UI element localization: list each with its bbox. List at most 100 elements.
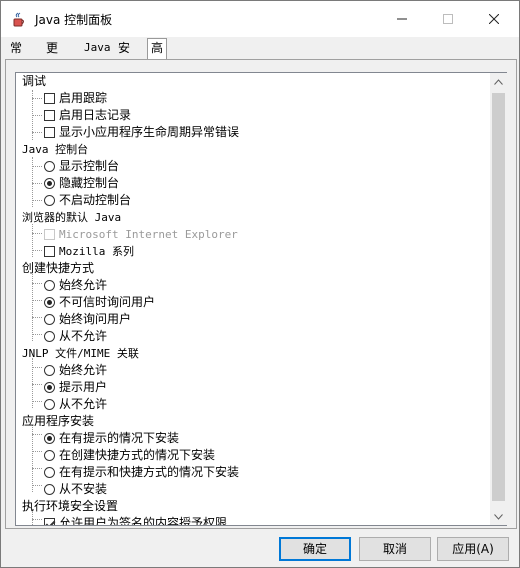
- apply-button[interactable]: 应用(A): [437, 537, 509, 561]
- tree-line: [32, 401, 42, 402]
- radio-button[interactable]: [44, 161, 55, 172]
- tab-security[interactable]: 安全: [115, 39, 133, 73]
- tree-line: [32, 115, 42, 116]
- option-label: 从不允许: [59, 397, 108, 411]
- advanced-panel: 调试 启用跟踪 启用日志记录 显示小应用程序生命周期异常错误 Java 控制台 …: [5, 59, 517, 529]
- option-jnlp-always-allow[interactable]: 始终允许: [44, 362, 107, 379]
- tree-line: [32, 367, 42, 368]
- option-label: Microsoft Internet Explorer: [59, 228, 238, 241]
- category-default-java-for-browsers: 浏览器的默认 Java: [22, 211, 122, 224]
- tree-line: [32, 384, 42, 385]
- option-label: 不启动控制台: [59, 193, 132, 207]
- radio-button[interactable]: [44, 280, 55, 291]
- option-hide-console[interactable]: 隐藏控制台: [44, 175, 119, 192]
- checkbox[interactable]: [44, 246, 55, 257]
- tab-java[interactable]: Java: [81, 39, 114, 57]
- radio-button[interactable]: [44, 433, 55, 444]
- category-debug: 调试: [22, 74, 47, 88]
- radio-button[interactable]: [44, 399, 55, 410]
- option-mozilla-family[interactable]: Mozilla 系列: [44, 243, 134, 260]
- tree-line: [32, 166, 42, 167]
- option-enable-tracing[interactable]: 启用跟踪: [44, 90, 107, 107]
- java-control-panel-window: Java 控制面板 常规 更新 Java 安全 高级: [0, 0, 520, 568]
- option-label: 显示小应用程序生命周期异常错误: [59, 125, 240, 139]
- checkbox[interactable]: [44, 518, 55, 525]
- option-label: 启用跟踪: [59, 91, 108, 105]
- option-show-applet-lifecycle-exceptions[interactable]: 显示小应用程序生命周期异常错误: [44, 124, 239, 141]
- tree-line: [32, 434, 42, 435]
- radio-button[interactable]: [44, 365, 55, 376]
- option-label: 隐藏控制台: [59, 176, 120, 190]
- radio-button[interactable]: [44, 314, 55, 325]
- tree-line: [32, 200, 42, 201]
- option-allow-grant-permissions-signed[interactable]: 允许用户为签名的内容授予权限: [44, 515, 227, 525]
- option-label: 在有提示的情况下安装: [59, 431, 180, 445]
- radio-button[interactable]: [44, 382, 55, 393]
- tab-general[interactable]: 常规: [7, 39, 25, 73]
- chevron-up-icon: [494, 78, 503, 85]
- tree-line: [32, 300, 42, 301]
- tree-line: [32, 183, 42, 184]
- scroll-up-button[interactable]: [490, 73, 507, 90]
- tree-line: [32, 250, 42, 251]
- settings-tree: 调试 启用跟踪 启用日志记录 显示小应用程序生命周期异常错误 Java 控制台 …: [15, 72, 491, 526]
- option-jnlp-prompt-user[interactable]: 提示用户: [44, 379, 107, 396]
- option-shortcut-always-allow[interactable]: 始终允许: [44, 277, 107, 294]
- title-bar[interactable]: Java 控制面板: [1, 1, 519, 37]
- tree-line: [32, 425, 33, 492]
- radio-button[interactable]: [44, 450, 55, 461]
- radio-button[interactable]: [44, 297, 55, 308]
- option-do-not-start-console[interactable]: 不启动控制台: [44, 192, 131, 209]
- option-label: 提示用户: [59, 380, 108, 394]
- tree-line: [32, 317, 42, 318]
- tree-line: [32, 132, 42, 133]
- tab-advanced[interactable]: 高级: [147, 38, 168, 73]
- option-label: 启用日志记录: [59, 108, 132, 122]
- option-jnlp-never-allow[interactable]: 从不允许: [44, 396, 107, 413]
- option-shortcut-never-allow[interactable]: 从不允许: [44, 328, 107, 345]
- radio-button[interactable]: [44, 467, 55, 478]
- tree-line: [32, 485, 42, 486]
- option-install-if-hinted[interactable]: 在有提示的情况下安装: [44, 430, 179, 447]
- option-shortcut-ask-if-untrusted[interactable]: 不可信时询问用户: [44, 294, 155, 311]
- option-never-install[interactable]: 从不安装: [44, 481, 107, 498]
- option-install-if-hinted-and-shortcut[interactable]: 在有提示和快捷方式的情况下安装: [44, 464, 239, 481]
- option-shortcut-always-ask[interactable]: 始终询问用户: [44, 311, 131, 328]
- option-show-console[interactable]: 显示控制台: [44, 158, 119, 175]
- tree-line: [32, 224, 33, 257]
- ok-button[interactable]: 确定: [279, 537, 351, 561]
- option-label: 始终询问用户: [59, 312, 132, 326]
- close-icon: [489, 14, 499, 24]
- tree-line: [32, 468, 42, 469]
- option-label: 在有提示和快捷方式的情况下安装: [59, 465, 240, 479]
- tree-line: [32, 283, 42, 284]
- window-title: Java 控制面板: [35, 13, 113, 27]
- checkbox[interactable]: [44, 110, 55, 121]
- radio-button[interactable]: [44, 195, 55, 206]
- tree-line: [32, 233, 42, 234]
- maximize-button: [425, 1, 471, 37]
- option-label: 显示控制台: [59, 159, 120, 173]
- checkbox[interactable]: [44, 93, 55, 104]
- option-install-if-shortcut[interactable]: 在创建快捷方式的情况下安装: [44, 447, 215, 464]
- radio-button[interactable]: [44, 484, 55, 495]
- category-shortcut-creation: 创建快捷方式: [22, 261, 95, 275]
- scrollbar-thumb[interactable]: [492, 93, 505, 501]
- vertical-scrollbar[interactable]: [490, 72, 507, 526]
- java-cup-icon: [13, 12, 24, 27]
- option-label: 在创建快捷方式的情况下安装: [59, 448, 216, 462]
- radio-button[interactable]: [44, 178, 55, 189]
- minimize-button[interactable]: [379, 1, 425, 37]
- tab-update[interactable]: 更新: [43, 39, 61, 73]
- tree-line: [32, 334, 42, 335]
- option-label: 始终允许: [59, 278, 108, 292]
- option-internet-explorer: Microsoft Internet Explorer: [44, 226, 238, 243]
- radio-button[interactable]: [44, 331, 55, 342]
- scroll-down-button[interactable]: [490, 508, 507, 525]
- close-button[interactable]: [471, 1, 517, 37]
- tree-line: [32, 98, 42, 99]
- option-label: 从不允许: [59, 329, 108, 343]
- checkbox[interactable]: [44, 127, 55, 138]
- option-enable-logging[interactable]: 启用日志记录: [44, 107, 131, 124]
- cancel-button[interactable]: 取消: [359, 537, 431, 561]
